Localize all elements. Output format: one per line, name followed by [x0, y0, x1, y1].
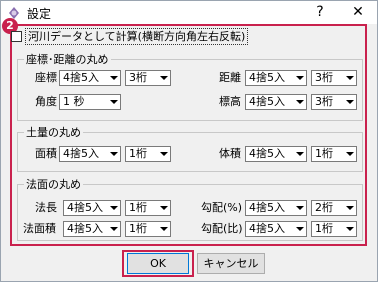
chevron-down-icon [343, 201, 356, 215]
gradient-ratio-method-select[interactable]: 4捨5入 [245, 221, 307, 237]
chevron-down-icon [157, 147, 170, 161]
chevron-down-icon [293, 95, 306, 109]
volume-digits-select[interactable]: 1桁 [311, 146, 357, 162]
group-title: 法面の丸め [24, 178, 83, 191]
area-digits-select[interactable]: 1桁 [125, 146, 171, 162]
river-data-checkbox-label[interactable]: 河川データとして計算(横断方向角左右反転) [25, 28, 249, 45]
volume-method-select[interactable]: 4捨5入 [245, 146, 307, 162]
ok-button[interactable]: OK [127, 253, 189, 274]
elevation-digits-select[interactable]: 3桁 [311, 94, 357, 110]
help-button[interactable]: ? [303, 1, 337, 24]
group-title: 座標･距離の丸め [24, 53, 111, 66]
angle-select[interactable]: 1 秒 [59, 94, 121, 110]
distance-method-select[interactable]: 4捨5入 [245, 70, 307, 86]
chevron-down-icon [107, 222, 120, 236]
chevron-down-icon [157, 201, 170, 215]
coordinate-label: 座標 [35, 71, 57, 84]
chevron-down-icon [293, 201, 306, 215]
chevron-down-icon [293, 222, 306, 236]
slope-area-method-select[interactable]: 4捨5入 [63, 221, 121, 237]
slope-length-method-select[interactable]: 4捨5入 [63, 200, 121, 216]
elevation-method-select[interactable]: 4捨5入 [245, 94, 307, 110]
angle-label: 角度 [35, 95, 57, 108]
distance-label: 距離 [219, 71, 241, 84]
gradient-percent-label: 勾配(%) [201, 201, 243, 214]
chevron-down-icon [343, 222, 356, 236]
group-title: 土量の丸め [24, 126, 83, 139]
chevron-down-icon [343, 147, 356, 161]
area-label: 面積 [35, 147, 57, 160]
window-title: 設定 [27, 7, 52, 21]
chevron-down-icon [343, 95, 356, 109]
chevron-down-icon [343, 71, 356, 85]
title-bar: 設定 ? ✕ [1, 1, 377, 24]
chevron-down-icon [293, 71, 306, 85]
slope-length-label: 法長 [35, 201, 57, 214]
river-data-checkbox[interactable] [11, 31, 22, 42]
chevron-down-icon [107, 95, 120, 109]
chevron-down-icon [107, 147, 120, 161]
gradient-ratio-label: 勾配(比) [201, 222, 243, 235]
chevron-down-icon [107, 201, 120, 215]
coordinate-method-select[interactable]: 4捨5入 [59, 70, 121, 86]
chevron-down-icon [107, 71, 120, 85]
gradient-percent-method-select[interactable]: 4捨5入 [245, 200, 307, 216]
gradient-percent-digits-select[interactable]: 2桁 [311, 200, 357, 216]
distance-rounding-group: 座標･距離の丸め [17, 53, 363, 121]
close-button[interactable]: ✕ [341, 1, 375, 24]
slope-area-digits-select[interactable]: 1桁 [125, 221, 171, 237]
volume-label: 体積 [219, 147, 241, 160]
settings-dialog: 設定 ? ✕ 2 河川データとして計算(横断方向角左右反転) 座標･距離の丸め … [0, 0, 378, 282]
chevron-down-icon [157, 71, 170, 85]
area-method-select[interactable]: 4捨5入 [59, 146, 121, 162]
cancel-button[interactable]: キャンセル [197, 253, 265, 274]
distance-digits-select[interactable]: 3桁 [311, 70, 357, 86]
chevron-down-icon [293, 147, 306, 161]
coordinate-digits-select[interactable]: 3桁 [125, 70, 171, 86]
slope-area-label: 法面積 [23, 222, 56, 235]
gradient-ratio-digits-select[interactable]: 1桁 [311, 221, 357, 237]
elevation-label: 標高 [219, 95, 241, 108]
chevron-down-icon [157, 222, 170, 236]
slope-length-digits-select[interactable]: 1桁 [125, 200, 171, 216]
